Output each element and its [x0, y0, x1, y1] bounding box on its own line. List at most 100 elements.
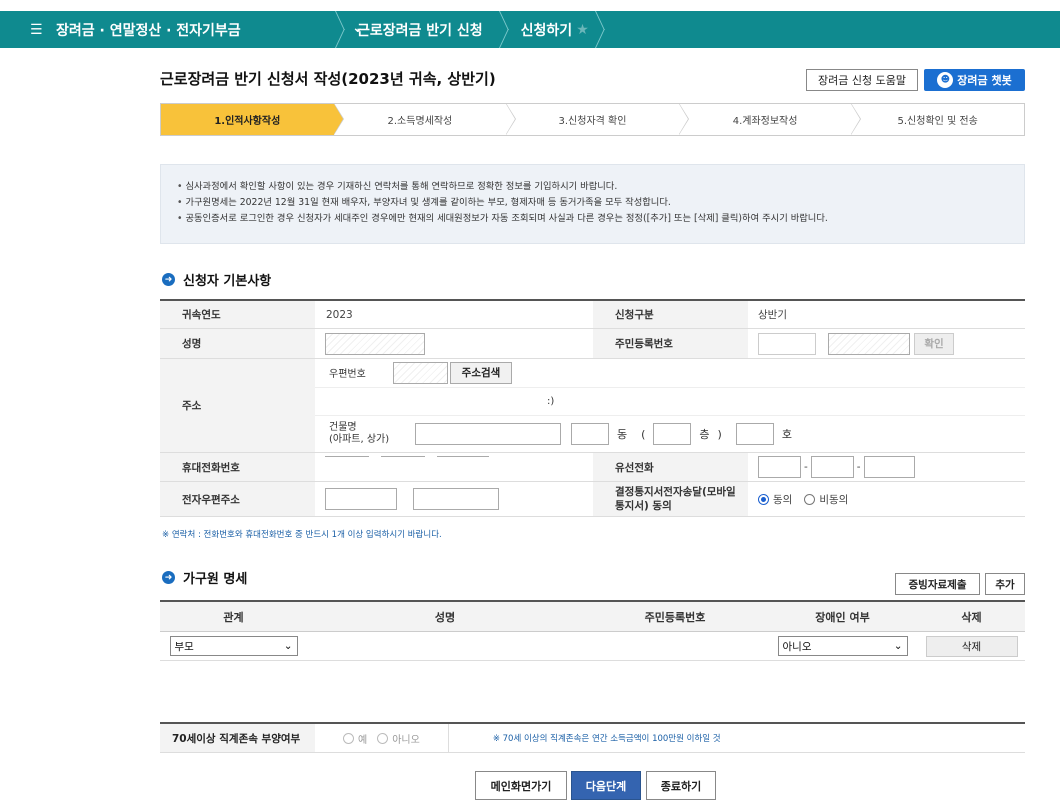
- mobile-input-3[interactable]: [437, 456, 489, 478]
- zip-input[interactable]: [393, 361, 448, 384]
- landline-input-1[interactable]: [758, 456, 801, 478]
- main-screen-button[interactable]: 메인화면가기: [475, 771, 567, 800]
- rrn-cell: [583, 632, 767, 660]
- delete-button[interactable]: 삭제: [925, 635, 1018, 657]
- breadcrumb-item-half-year[interactable]: 근로장려금 반기 신청: [347, 11, 499, 48]
- applicant-form: 귀속연도 2023 신청구분 상반기 성명 주민등록번호 확인 주소 우편번호 …: [160, 299, 1025, 517]
- relation-value: 부모: [174, 640, 194, 653]
- elder-yes-label: 예: [358, 734, 368, 746]
- next-step-button[interactable]: 다음단계: [571, 771, 641, 800]
- col-rrn: 주민등록번호: [644, 610, 706, 624]
- section-title: 가구원 명세: [183, 572, 248, 587]
- landline-cell: - -: [748, 453, 915, 481]
- form-row: 귀속연도 2023 신청구분 상반기: [160, 301, 1025, 329]
- col-disabled: 장애인 여부: [815, 610, 870, 624]
- building-name-input[interactable]: [415, 423, 561, 446]
- building-label-wrap: 건물명 (아파트, 상가): [329, 422, 407, 446]
- disabled-value: 아니오: [782, 640, 812, 653]
- chevron-down-icon: ⌄: [893, 640, 903, 652]
- disabled-select[interactable]: 아니오 ⌄: [777, 636, 908, 656]
- form-row: 휴대전화번호 유선전화 - -: [160, 453, 1025, 482]
- disagree-radio[interactable]: [804, 493, 816, 505]
- notice-box: 심사과정에서 확인할 사항이 있는 경우 기재하신 연락처를 통해 연락하므로 …: [160, 164, 1025, 244]
- progress-steps: 1.인적사항작성 2.소득명세작성 3.신청자격 확인 4.계좌정보작성 5.신…: [160, 103, 1025, 136]
- step-2: 2.소득명세작성: [334, 103, 516, 135]
- rrn-back-input[interactable]: [828, 332, 910, 355]
- exit-button[interactable]: 종료하기: [646, 771, 716, 800]
- hamburger-menu-icon[interactable]: ☰: [30, 22, 48, 38]
- table-header: 관계 성명 주민등록번호 장애인 여부 삭제: [160, 602, 1025, 632]
- rrn-cell: 확인: [748, 329, 954, 358]
- breadcrumb-label: 신청하기: [520, 22, 573, 39]
- section-header-applicant: ➜ 신청자 기본사항: [162, 270, 271, 289]
- landline-input-3[interactable]: [863, 456, 915, 478]
- family-table: 관계 성명 주민등록번호 장애인 여부 삭제 부모 ⌄ 아니오 ⌄ 삭제: [160, 600, 1025, 661]
- form-row: 전자우편주소 결정통지서전자송달(모바일 통지서) 동의 동의 비동의: [160, 482, 1025, 517]
- name-input[interactable]: [325, 332, 425, 355]
- breadcrumb-separator: [595, 11, 607, 48]
- rrn-front-input[interactable]: [758, 332, 816, 355]
- table-row: 부모 ⌄ 아니오 ⌄ 삭제: [160, 632, 1025, 661]
- breadcrumb-item-apply: 신청하기 ★: [511, 11, 595, 48]
- section-title: 신청자 기본사항: [183, 274, 272, 289]
- star-icon[interactable]: ★: [576, 22, 589, 38]
- elder-no-label: 아니오: [392, 734, 420, 746]
- email-cell: [315, 482, 593, 516]
- disabled-cell: 아니오 ⌄: [767, 632, 918, 660]
- notice-item: 심사과정에서 확인할 사항이 있는 경우 기재하신 연락처를 통해 연락하므로 …: [177, 179, 1024, 195]
- floor-open: (: [641, 427, 646, 441]
- elder-no-radio[interactable]: [377, 732, 389, 744]
- relation-cell: 부모 ⌄: [160, 632, 307, 660]
- building-row: 건물명 (아파트, 상가) 동 ( 층 ) 호: [315, 416, 1025, 452]
- step-4: 4.계좌정보작성: [679, 103, 861, 135]
- col-relation: 관계: [223, 610, 244, 624]
- year-value: 2023: [326, 308, 353, 321]
- mobile-input-2[interactable]: [381, 456, 425, 478]
- landline-label: 유선전화: [593, 453, 748, 481]
- agree-label: 동의: [773, 493, 793, 506]
- breadcrumb-menu-label: 장려금 · 연말정산 · 전자기부금: [56, 22, 241, 39]
- zip-row: 우편번호 주소검색: [315, 359, 1025, 388]
- chatbot-button[interactable]: ☻ 장려금 챗봇: [924, 69, 1025, 91]
- email-id-input[interactable]: [325, 488, 397, 510]
- building-floor-input[interactable]: [653, 423, 692, 446]
- help-button[interactable]: 장려금 신청 도움말: [806, 69, 918, 91]
- dong-label: 동: [617, 428, 628, 442]
- breadcrumb-separator: [499, 11, 511, 48]
- building-sublabel: (아파트, 상가): [329, 434, 390, 446]
- add-family-button[interactable]: 추가: [985, 573, 1025, 595]
- relation-select[interactable]: 부모 ⌄: [169, 636, 298, 656]
- chatbot-label: 장려금 챗봇: [957, 74, 1012, 87]
- landline-input-2[interactable]: [810, 456, 854, 478]
- building-ho-input[interactable]: [735, 423, 774, 446]
- name-cell: [307, 632, 583, 660]
- consent-label: 결정통지서전자송달(모바일 통지서) 동의: [593, 482, 748, 516]
- elder-yes-radio[interactable]: [343, 732, 354, 744]
- dash: -: [804, 461, 808, 473]
- proof-submit-button[interactable]: 증빙자료제출: [895, 573, 980, 595]
- building-dong-input[interactable]: [571, 423, 609, 446]
- page-title: 근로장려금 반기 신청서 작성(2023년 귀속, 상반기): [160, 70, 496, 88]
- agree-radio[interactable]: [758, 493, 769, 505]
- zip-label: 우편번호: [329, 369, 366, 381]
- floor-close: ): [717, 427, 722, 441]
- mobile-input-1[interactable]: [325, 456, 369, 478]
- address-search-button[interactable]: 주소검색: [450, 361, 512, 384]
- breadcrumb-menu[interactable]: ☰ 장려금 · 연말정산 · 전자기부금 ⌄: [0, 11, 364, 48]
- contact-note: ※ 연락처 : 전화번호와 휴대전화번호 중 반드시 1개 이상 입력하시기 바…: [162, 530, 442, 540]
- breadcrumb-separator: [335, 11, 347, 48]
- form-row: 성명 주민등록번호 확인: [160, 329, 1025, 359]
- rrn-confirm-button[interactable]: 확인: [914, 332, 954, 355]
- section-header-family: ➜ 가구원 명세: [162, 568, 247, 587]
- col-name: 성명: [434, 610, 456, 624]
- notice-item: 가구원명세는 2022년 12월 31일 현재 배우자, 부양자녀 및 생계를 …: [177, 195, 1024, 211]
- arrow-circle-icon: ➜: [162, 273, 175, 286]
- email-domain-input[interactable]: [413, 488, 499, 510]
- name-cell: [315, 329, 593, 358]
- type-label: 신청구분: [593, 301, 748, 328]
- mobile-label: 휴대전화번호: [160, 453, 315, 481]
- year-label: 귀속연도: [160, 301, 315, 328]
- breadcrumb-label: 근로장려금 반기 신청: [357, 22, 483, 39]
- elder-label: 70세이상 직계존속 부양여부: [160, 724, 315, 752]
- elder-note: ※ 70세 이상의 직계존속은 연간 소득금액이 100만원 이하일 것: [447, 724, 721, 752]
